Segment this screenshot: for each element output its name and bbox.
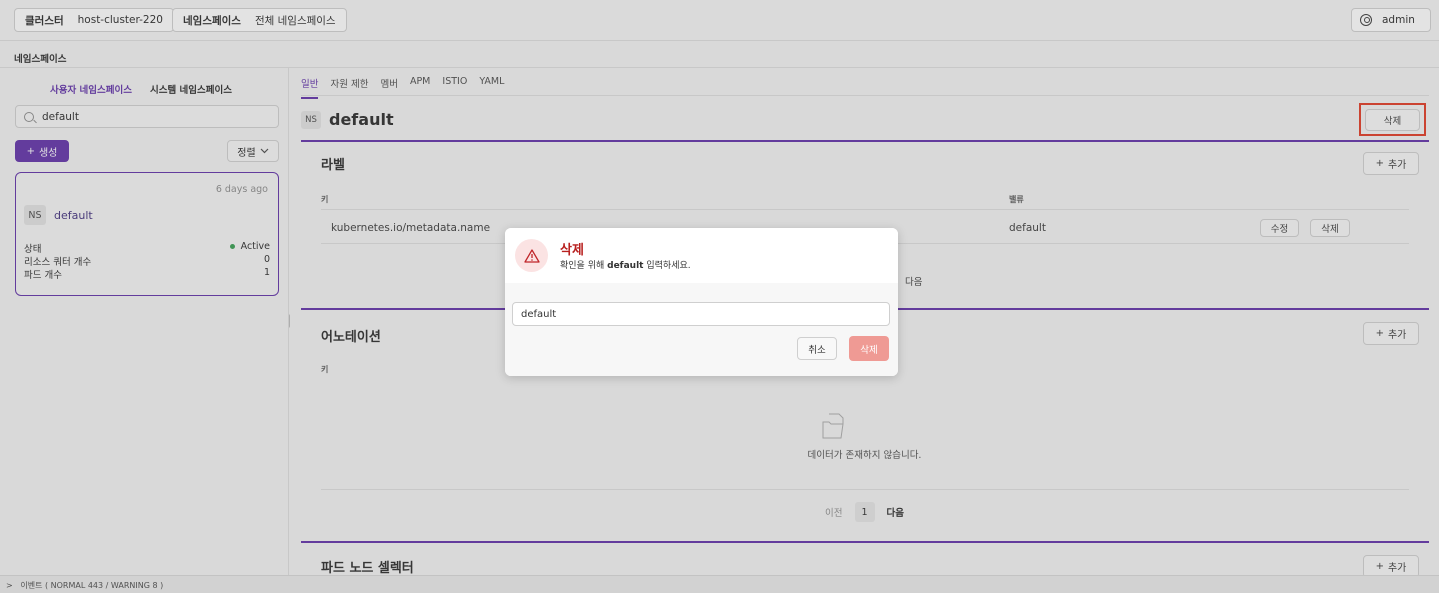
- dialog-title: 삭제: [560, 243, 584, 258]
- dialog-header: 삭제 확인을 위해 default 입력하세요.: [505, 228, 898, 283]
- confirm-name-input[interactable]: default: [512, 302, 890, 326]
- dialog-desc-target: default: [607, 261, 644, 271]
- warning-icon: [523, 248, 540, 263]
- cancel-button[interactable]: 취소: [797, 337, 837, 360]
- dialog-description: 확인을 위해 default 입력하세요.: [560, 258, 691, 271]
- delete-confirm-dialog: 삭제 확인을 위해 default 입력하세요. default 취소 삭제: [505, 228, 898, 376]
- dialog-desc-suffix: 입력하세요.: [646, 261, 691, 271]
- dialog-body: [505, 283, 898, 376]
- confirm-delete-button[interactable]: 삭제: [849, 336, 889, 361]
- warning-icon-circle: [515, 239, 548, 272]
- dialog-desc-prefix: 확인을 위해: [560, 261, 605, 271]
